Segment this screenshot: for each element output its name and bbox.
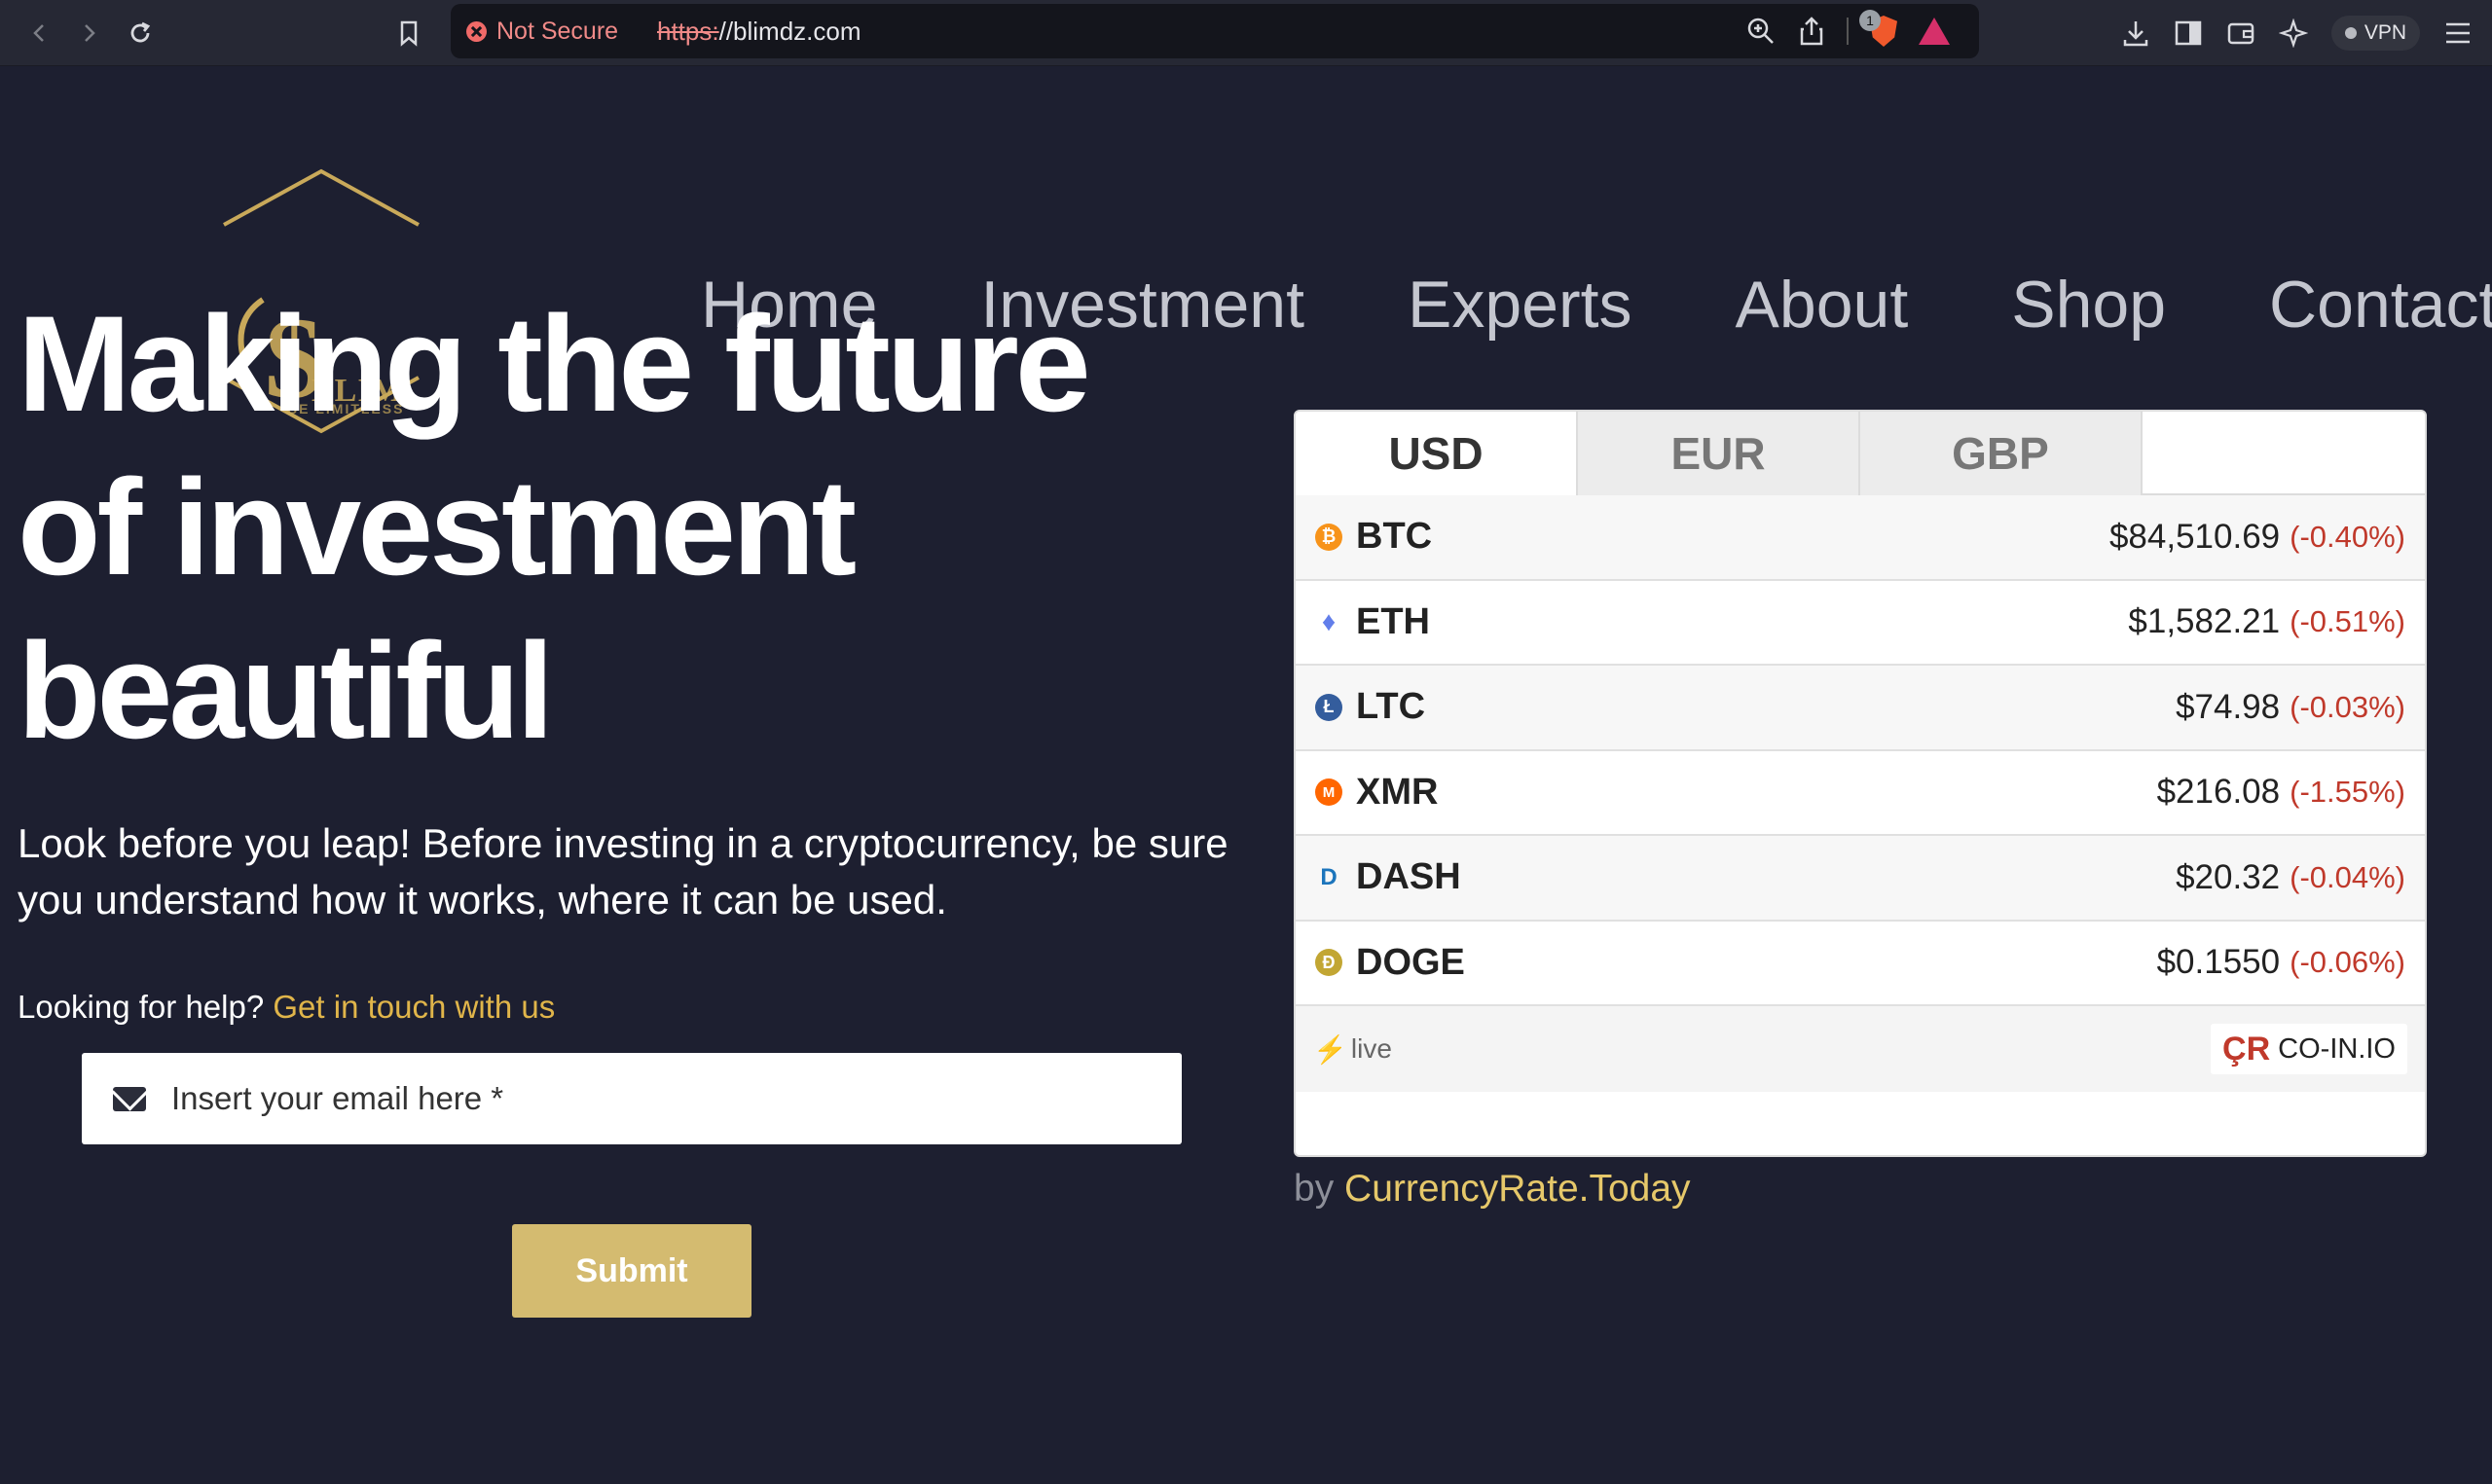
menu-icon[interactable] — [2443, 20, 2473, 46]
submit-button[interactable]: Submit — [512, 1224, 751, 1318]
not-secure-label: Not Secure — [496, 17, 619, 45]
security-warning[interactable]: Not Secure — [466, 16, 618, 47]
rate-row-doge: Ð DOGE $0.1550 (-0.06%) — [1296, 922, 2425, 1006]
coin-symbol: LTC — [1356, 686, 1426, 728]
crypto-rates-widget: USD EUR GBP ₿ BTC $84,510.69 (-0.40%) ♦ … — [1294, 410, 2427, 1157]
live-label: live — [1350, 1033, 1392, 1064]
download-icon[interactable] — [2121, 18, 2150, 48]
rate-row-eth: ♦ ETH $1,582.21 (-0.51%) — [1296, 581, 2425, 666]
chevron-left-icon — [33, 24, 44, 42]
forward-button[interactable] — [70, 14, 109, 53]
currencyrate-link[interactable]: CurrencyRate.Today — [1344, 1168, 1691, 1210]
rate-row-ltc: Ł LTC $74.98 (-0.03%) — [1296, 666, 2425, 751]
reload-button[interactable] — [121, 14, 160, 53]
email-field[interactable] — [82, 1053, 1182, 1144]
help-prefix: Looking for help? — [18, 989, 265, 1025]
lightning-icon: ⚡ — [1313, 1033, 1347, 1065]
coin-change: (-0.06%) — [2290, 945, 2405, 980]
hero-title-line-1: Making the future — [18, 287, 1091, 440]
zoom-icon[interactable] — [1745, 16, 1777, 47]
dash-icon: D — [1320, 863, 1338, 890]
nav-shop[interactable]: Shop — [2011, 267, 2166, 343]
browser-toolbar: Not Secure https://blimdz.com 1 VPN — [0, 0, 2492, 66]
hero-title-line-2: of investment — [18, 451, 857, 603]
rate-row-btc: ₿ BTC $84,510.69 (-0.40%) — [1296, 495, 2425, 581]
tab-gbp[interactable]: GBP — [1860, 412, 2143, 495]
email-input[interactable] — [169, 1079, 1045, 1118]
provider-badge[interactable]: ÇR CO-IN.IO — [2211, 1024, 2407, 1074]
coin-symbol: XMR — [1356, 771, 1439, 813]
doge-icon: Ð — [1315, 949, 1342, 977]
hero-title-line-3: beautiful — [18, 614, 554, 767]
provider-name: CO-IN.IO — [2278, 1032, 2396, 1065]
vpn-button[interactable]: VPN — [2330, 16, 2420, 51]
address-bar-actions — [1745, 14, 1950, 49]
rate-row-dash: D DASH $20.32 (-0.04%) — [1296, 836, 2425, 922]
leo-ai-icon[interactable] — [2278, 18, 2308, 48]
browser-right-tools: VPN — [2121, 14, 2473, 53]
coin-price: $0.1550 — [2156, 943, 2281, 982]
wallet-icon[interactable] — [2226, 19, 2255, 47]
coin-price: $1,582.21 — [2128, 602, 2281, 641]
coin-change: (-0.51%) — [2290, 604, 2405, 639]
coin-change: (-0.03%) — [2290, 689, 2405, 724]
coin-price: $216.08 — [2156, 773, 2281, 812]
eth-icon: ♦ — [1321, 606, 1337, 637]
currency-tabs: USD EUR GBP — [1296, 412, 2425, 495]
coin-price: $74.98 — [2176, 687, 2281, 726]
brave-rewards-icon[interactable] — [1919, 18, 1950, 45]
address-bar[interactable]: Not Secure https://blimdz.com — [451, 4, 1979, 58]
warning-icon — [466, 20, 487, 42]
envelope-icon — [113, 1086, 146, 1111]
share-icon[interactable] — [1798, 16, 1825, 47]
coin-change: (-1.55%) — [2290, 775, 2405, 810]
coin-price: $20.32 — [2176, 857, 2281, 896]
coin-change: (-0.04%) — [2290, 859, 2405, 894]
bookmark-icon — [400, 20, 418, 47]
contact-link[interactable]: Get in touch with us — [273, 989, 555, 1025]
url-text[interactable]: https://blimdz.com — [657, 16, 861, 47]
widget-byline: by CurrencyRate.Today — [1294, 1168, 1691, 1211]
vpn-label: VPN — [2364, 21, 2406, 44]
shields-count-badge: 1 — [1859, 10, 1881, 31]
url-scheme: https: — [657, 16, 719, 46]
toolbar-divider — [1847, 18, 1849, 45]
chevron-right-icon — [85, 24, 95, 42]
back-button[interactable] — [19, 14, 58, 53]
sidebar-icon[interactable] — [2174, 19, 2203, 47]
coin-symbol: DOGE — [1356, 941, 1465, 983]
nav-experts[interactable]: Experts — [1408, 267, 1632, 343]
vpn-status-icon — [2344, 27, 2357, 39]
coin-symbol: DASH — [1356, 856, 1461, 898]
web-page: $ BLIM BE LIMITLESS Home Investment Expe… — [0, 66, 2492, 1484]
reload-icon — [130, 21, 151, 43]
tab-usd[interactable]: USD — [1296, 412, 1578, 495]
url-host: //blimdz.com — [718, 16, 861, 46]
coin-price: $84,510.69 — [2108, 517, 2281, 556]
coinio-logo-icon: ÇR — [2222, 1030, 2271, 1068]
coin-change: (-0.40%) — [2290, 519, 2405, 554]
rate-row-xmr: M XMR $216.08 (-1.55%) — [1296, 751, 2425, 836]
xmr-icon: M — [1315, 778, 1342, 807]
nav-contact[interactable]: Contact — [2269, 267, 2492, 343]
hero-title: Making the future of investment beautifu… — [18, 282, 1234, 773]
hero-description: Look before you leap! Before investing i… — [18, 820, 1228, 923]
coin-symbol: BTC — [1356, 516, 1433, 558]
coin-symbol: ETH — [1356, 600, 1430, 642]
tab-eur[interactable]: EUR — [1578, 412, 1860, 495]
help-text: Looking for help? Get in touch with us — [18, 989, 555, 1026]
nav-about[interactable]: About — [1736, 267, 1909, 343]
byline-prefix: by — [1294, 1168, 1335, 1210]
btc-icon: ₿ — [1315, 523, 1342, 551]
ltc-icon: Ł — [1315, 693, 1342, 721]
live-indicator: ⚡ live — [1313, 1033, 1392, 1066]
rates-list: ₿ BTC $84,510.69 (-0.40%) ♦ ETH $1,582.2… — [1296, 495, 2425, 1006]
bookmark-button[interactable] — [389, 14, 428, 53]
widget-footer: ⚡ live ÇR CO-IN.IO — [1296, 1006, 2425, 1092]
